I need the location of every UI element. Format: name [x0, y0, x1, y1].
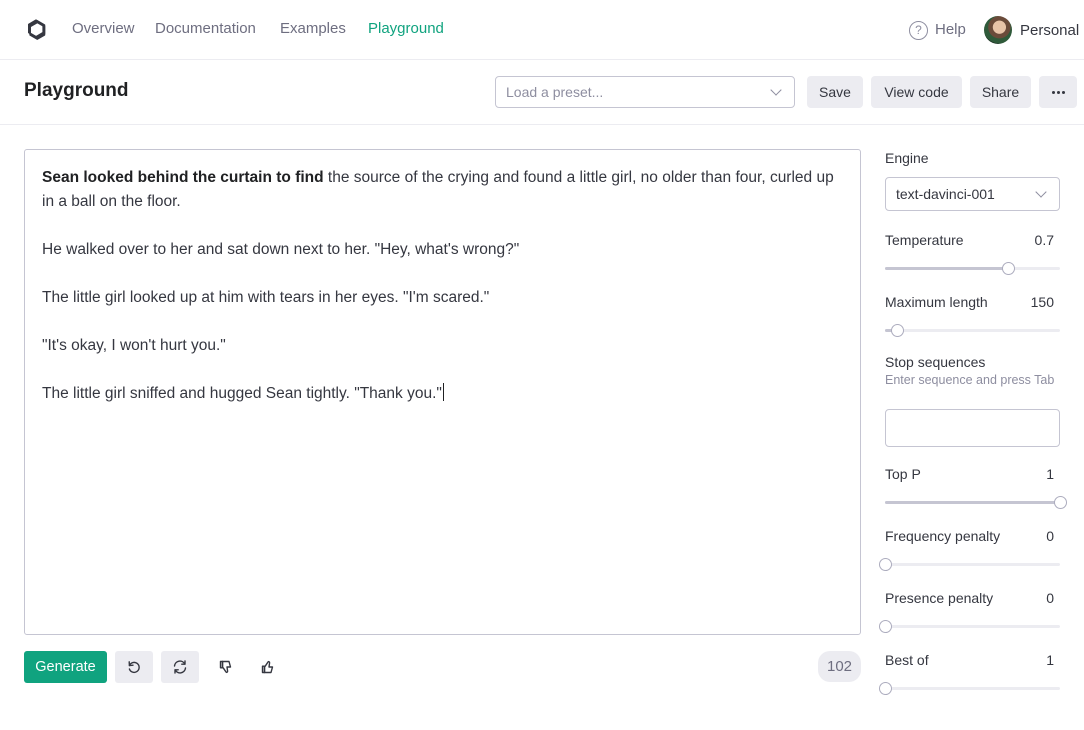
view-code-button[interactable]: View code	[871, 76, 962, 108]
regenerate-icon	[173, 660, 187, 674]
top-navigation: Overview Documentation Examples Playgrou…	[0, 0, 1084, 60]
openai-logo-icon[interactable]	[23, 17, 49, 43]
regenerate-button[interactable]	[161, 651, 199, 683]
max-length-slider[interactable]	[885, 324, 1060, 337]
best-of-slider[interactable]	[879, 682, 1060, 695]
slider-thumb[interactable]	[891, 324, 905, 337]
help-link[interactable]: ? Help	[909, 20, 966, 40]
chevron-down-icon	[1035, 186, 1047, 198]
stop-sequences-label: Stop sequences	[885, 354, 986, 370]
avatar	[984, 16, 1012, 44]
editor-paragraph: "It's okay, I won't hurt you."	[42, 337, 226, 354]
generate-button[interactable]: Generate	[24, 651, 107, 683]
editor-paragraph: Sean looked behind the curtain to find t…	[42, 166, 843, 214]
undo-icon	[128, 661, 140, 674]
text-cursor	[442, 383, 444, 401]
thumbs-down-button[interactable]	[207, 651, 245, 683]
slider-thumb[interactable]	[879, 620, 892, 633]
temperature-value[interactable]: 0.7	[1035, 232, 1054, 248]
presence-penalty-label: Presence penalty	[885, 590, 994, 606]
save-button[interactable]: Save	[807, 76, 863, 108]
slider-thumb[interactable]	[1054, 496, 1067, 509]
editor-last-text: The little girl sniffed and hugged Sean …	[42, 385, 442, 402]
token-count-badge: 102	[818, 651, 861, 682]
editor-paragraph: He walked over to her and sat down next …	[42, 241, 520, 258]
frequency-penalty-label: Frequency penalty	[885, 528, 1001, 544]
help-label: Help	[935, 21, 966, 38]
more-options-button[interactable]	[1039, 76, 1077, 108]
stop-sequences-hint: Enter sequence and press Tab	[885, 373, 1055, 387]
nav-link-examples[interactable]: Examples	[280, 20, 346, 38]
slider-thumb[interactable]	[879, 682, 892, 695]
undo-button[interactable]	[115, 651, 153, 683]
frequency-penalty-slider[interactable]	[879, 558, 1060, 571]
playground-header: Playground Load a preset... Save View co…	[0, 61, 1084, 125]
slider-thumb[interactable]	[879, 558, 892, 571]
nav-link-overview[interactable]: Overview	[72, 20, 135, 38]
account-menu[interactable]: Personal	[984, 16, 1079, 44]
best-of-label: Best of	[885, 652, 929, 668]
help-icon: ?	[909, 20, 928, 40]
presence-penalty-slider[interactable]	[879, 620, 1060, 633]
prompt-editor[interactable]: Sean looked behind the curtain to find t…	[24, 149, 861, 635]
temperature-label: Temperature	[885, 232, 964, 248]
engine-select[interactable]: text-davinci-001	[885, 177, 1060, 211]
top-p-label: Top P	[885, 466, 921, 482]
stop-sequences-input[interactable]	[885, 409, 1060, 447]
frequency-penalty-value[interactable]: 0	[1046, 528, 1054, 544]
temperature-slider[interactable]	[885, 262, 1060, 275]
presence-penalty-value[interactable]: 0	[1046, 590, 1054, 606]
max-length-value[interactable]: 150	[1031, 294, 1054, 310]
share-button[interactable]: Share	[970, 76, 1031, 108]
nav-link-playground[interactable]: Playground	[368, 20, 444, 38]
preset-select[interactable]: Load a preset...	[495, 76, 795, 108]
engine-label: Engine	[885, 150, 929, 166]
editor-paragraph-last: The little girl sniffed and hugged Sean …	[42, 382, 843, 406]
chevron-down-icon	[770, 84, 782, 96]
preset-placeholder: Load a preset...	[506, 84, 604, 100]
top-p-slider[interactable]	[885, 496, 1067, 509]
thumbs-up-icon	[261, 660, 274, 674]
thumbs-up-button[interactable]	[249, 651, 287, 683]
nav-link-documentation[interactable]: Documentation	[155, 20, 256, 38]
slider-thumb[interactable]	[1001, 262, 1015, 275]
page-title: Playground	[24, 80, 129, 101]
thumbs-down-icon	[219, 660, 232, 674]
editor-paragraph: The little girl looked up at him with te…	[42, 289, 490, 306]
best-of-value[interactable]: 1	[1046, 652, 1054, 668]
account-label: Personal	[1020, 21, 1080, 39]
more-icon	[1051, 90, 1065, 94]
max-length-label: Maximum length	[885, 294, 988, 310]
engine-value: text-davinci-001	[896, 186, 995, 202]
prompt-text: Sean looked behind the curtain to find	[42, 169, 324, 186]
top-p-value[interactable]: 1	[1046, 466, 1054, 482]
